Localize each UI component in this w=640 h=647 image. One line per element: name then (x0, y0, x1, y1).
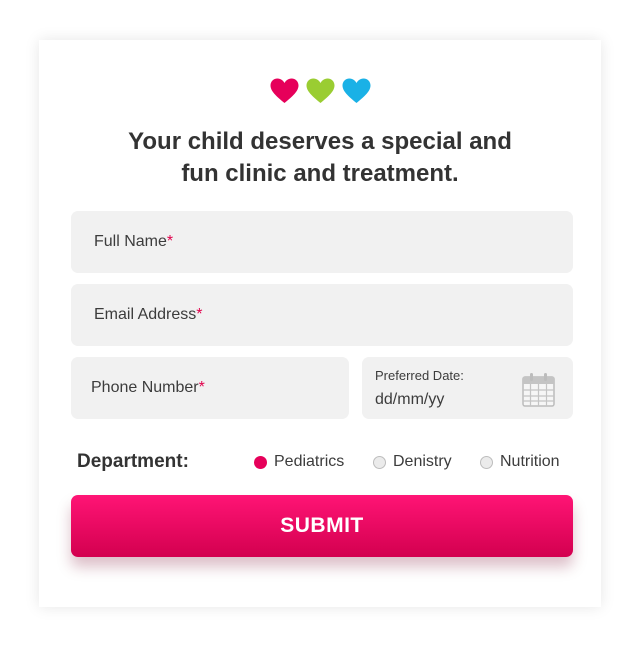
radio-dot[interactable] (373, 455, 386, 469)
email-placeholder-text: Email Address (94, 306, 197, 323)
phone-field[interactable]: Phone Number* (71, 357, 349, 419)
preferred-date-field[interactable]: Preferred Date: dd/mm/yy (362, 357, 573, 419)
radio-label: Denistry (393, 453, 452, 470)
hearts-row (39, 78, 601, 104)
blue-heart-icon (342, 78, 370, 103)
radio-pediatrics[interactable]: Pediatrics (254, 453, 344, 471)
full-name-placeholder: Full Name* (94, 233, 173, 251)
headline-line-1: Your child deserves a special and (128, 128, 512, 155)
department-label: Department: (77, 451, 189, 472)
required-mark: * (166, 233, 174, 250)
appointment-form-card: Your child deserves a special and fun cl… (39, 40, 601, 607)
preferred-date-placeholder: dd/mm/yy (375, 391, 445, 408)
headline-line-2: fun clinic and treatment. (181, 160, 459, 187)
required-mark: * (198, 379, 205, 396)
phone-placeholder: Phone Number* (91, 379, 205, 397)
radio-dot-selected[interactable] (254, 455, 267, 469)
radio-dot[interactable] (480, 455, 493, 469)
email-placeholder: Email Address* (94, 306, 203, 324)
full-name-field[interactable]: Full Name* (71, 211, 573, 273)
submit-button[interactable]: SUBMIT (71, 495, 573, 557)
preferred-date-label: Preferred Date: (375, 368, 464, 383)
phone-placeholder-text: Phone Number (91, 379, 199, 396)
pink-heart-icon (270, 78, 298, 103)
radio-label: Nutrition (500, 453, 560, 470)
radio-label: Pediatrics (274, 453, 345, 470)
email-field[interactable]: Email Address* (71, 284, 573, 346)
radio-nutrition[interactable]: Nutrition (480, 453, 560, 471)
radio-denistry[interactable]: Denistry (373, 453, 452, 471)
required-mark: * (196, 306, 203, 323)
full-name-placeholder-text: Full Name (94, 233, 167, 250)
headline: Your child deserves a special and fun cl… (39, 126, 601, 190)
green-heart-icon (306, 78, 334, 103)
calendar-icon[interactable] (522, 372, 555, 407)
